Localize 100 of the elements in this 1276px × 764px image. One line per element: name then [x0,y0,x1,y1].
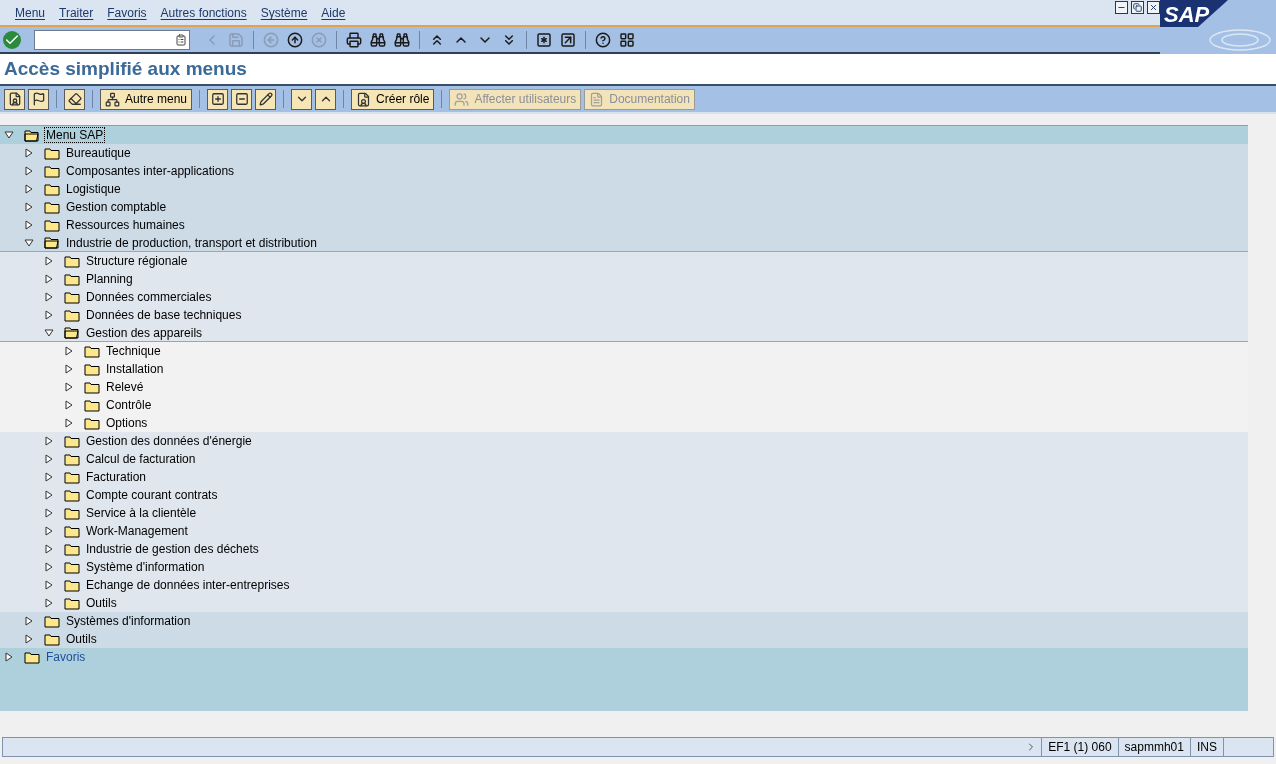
tree-node-label[interactable]: Outils [64,631,99,647]
expand-triangle-icon[interactable] [64,418,74,428]
flag-button[interactable] [28,88,49,110]
expand-triangle-icon[interactable] [24,148,34,158]
restore-button[interactable] [1131,1,1144,14]
menu-item[interactable]: Favoris [107,4,147,22]
folder-icon [24,650,40,664]
folder-icon [84,344,100,358]
expand-triangle-icon[interactable] [44,544,54,554]
tree-node-label[interactable]: Compte courant contrats [84,487,220,503]
tree-node-label[interactable]: Systèmes d'information [64,613,193,629]
history-icon [175,33,187,46]
expand-triangle-icon[interactable] [64,346,74,356]
expand-triangle-icon[interactable] [24,220,34,230]
expand-triangle-icon[interactable] [64,364,74,374]
menu-item[interactable]: Menu [15,4,46,22]
tree-node-label[interactable]: Relevé [104,379,146,395]
user-document-icon [7,92,22,106]
user-document-icon [356,91,372,107]
menu-item[interactable]: Aide [321,4,346,22]
plus-square-icon [210,92,225,106]
tree-node-label[interactable]: Installation [104,361,166,377]
tree-node-label[interactable]: Options [104,415,150,431]
expand-triangle-icon[interactable] [44,310,54,320]
down-arrow-button[interactable] [291,88,313,110]
menu-item[interactable]: Traiter [59,4,94,22]
expand-triangle-icon[interactable] [24,166,34,176]
folder-icon [64,272,80,286]
expand-triangle-icon[interactable] [44,598,54,608]
minus-square-button[interactable] [231,88,253,110]
close-button[interactable] [1147,1,1160,14]
collapse-triangle-icon[interactable] [4,130,14,140]
tree-node-label[interactable]: Ressources humaines [64,217,187,233]
folder-icon [64,308,80,322]
shortcut-icon [560,31,576,48]
tree-node-label[interactable]: Industrie de production, transport et distribution [64,234,319,251]
expand-triangle-icon[interactable] [44,490,54,500]
help-icon [595,31,611,48]
expand-triangle-icon[interactable] [44,580,54,590]
folder-icon [64,452,80,466]
tree-node-label[interactable]: Gestion comptable [64,199,169,215]
up-arrow-button[interactable] [315,88,337,110]
expand-triangle-icon[interactable] [4,652,14,662]
eraser-button[interactable] [64,88,85,110]
toolbar-button[interactable]: Créer rôle [351,88,435,110]
tree-node-label[interactable]: Technique [104,343,163,359]
expand-triangle-icon[interactable] [44,454,54,464]
expand-triangle-icon[interactable] [64,382,74,392]
toolbar-button[interactable]: Autre menu [100,88,193,110]
tree-node-label[interactable]: Contrôle [104,397,154,413]
tree-node-label[interactable]: Echange de données inter-entreprises [84,577,292,593]
expand-triangle-icon[interactable] [24,634,34,644]
expand-triangle-icon[interactable] [44,472,54,482]
tree-node-label[interactable]: Service à la clientèle [84,505,199,521]
expand-triangle-icon[interactable] [44,292,54,302]
menu-item[interactable]: Système [260,4,308,22]
users-icon [454,91,470,107]
tree-node-label[interactable]: Logistique [64,181,123,197]
folder-icon [64,542,80,556]
tree-node-label[interactable]: Menu SAP [44,127,106,143]
pencil-icon [258,92,273,106]
tree-node-label[interactable]: Planning [84,271,135,287]
menu-item[interactable]: Autres fonctions [160,4,247,22]
tree-node-label[interactable]: Gestion des appareils [84,324,205,341]
enter-button[interactable] [3,30,21,49]
expand-triangle-icon[interactable] [24,616,34,626]
tree-node-label[interactable]: Bureautique [64,145,133,161]
tree-node-label[interactable]: Composantes inter-applications [64,163,237,179]
tree-node-label[interactable]: Système d'information [84,559,207,575]
folder-icon [44,182,60,196]
tree-node-label[interactable]: Favoris [44,649,88,665]
expand-triangle-icon[interactable] [64,400,74,410]
tree-node-label[interactable]: Calcul de facturation [84,451,198,467]
plus-square-button[interactable] [207,88,229,110]
collapse-triangle-icon[interactable] [24,237,34,248]
pencil-button[interactable] [255,88,277,110]
expand-triangle-icon[interactable] [44,274,54,284]
expand-triangle-icon[interactable] [44,436,54,446]
save-icon [228,31,244,48]
expand-triangle-icon[interactable] [44,256,54,266]
tree-node-label[interactable]: Industrie de gestion des déchets [84,541,261,557]
expand-triangle-icon[interactable] [44,562,54,572]
user-document-button[interactable] [4,88,25,110]
tree-node-label[interactable]: Structure régionale [84,253,190,269]
folder-icon [44,200,60,214]
tree-node-label[interactable]: Work-Management [84,523,190,539]
expand-triangle-icon[interactable] [24,184,34,194]
command-field[interactable] [34,29,190,50]
collapse-triangle-icon[interactable] [44,327,54,338]
tree-node-label[interactable]: Gestion des données d'énergie [84,433,254,449]
expand-triangle-icon[interactable] [24,202,34,212]
folder-icon [64,254,80,268]
expand-triangle-icon[interactable] [44,526,54,536]
minimize-button[interactable] [1115,1,1128,14]
tree-node-label[interactable]: Facturation [84,469,149,485]
tree-node-label[interactable]: Outils [84,595,119,611]
new-session-icon [536,31,552,48]
expand-triangle-icon[interactable] [44,508,54,518]
tree-node-label[interactable]: Données commerciales [84,289,214,305]
tree-node-label[interactable]: Données de base techniques [84,307,244,323]
